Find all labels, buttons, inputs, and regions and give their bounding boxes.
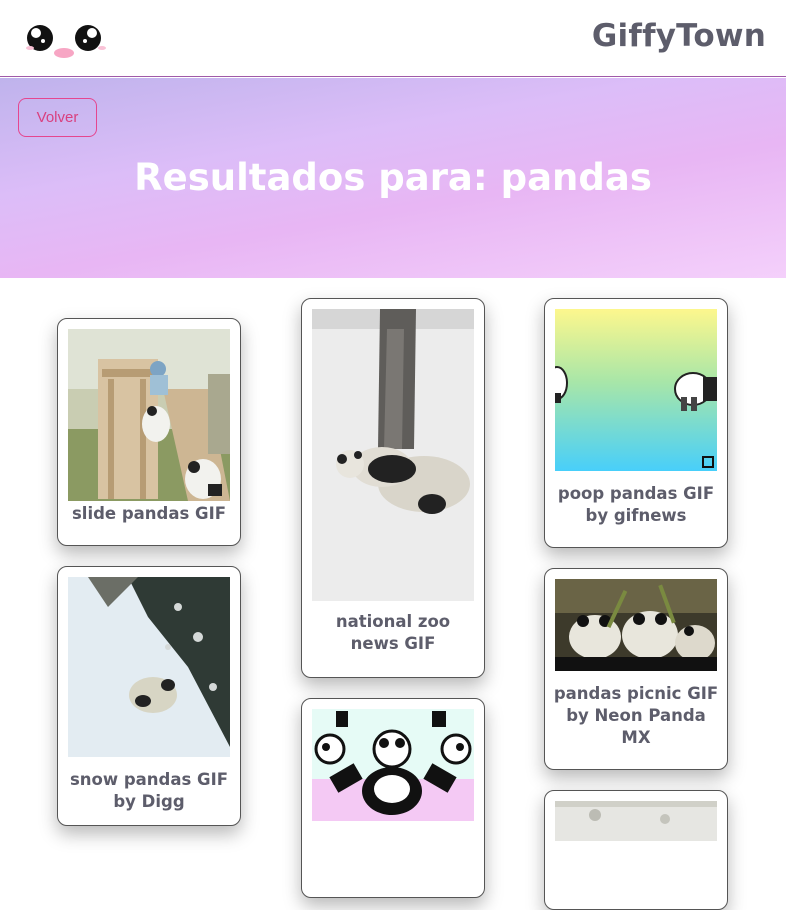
top-bar: GiffyTown — [0, 0, 786, 77]
gif-thumbnail — [312, 309, 474, 601]
kawaii-face-icon[interactable] — [26, 22, 106, 62]
brand-title[interactable]: GiffyTown — [592, 18, 766, 54]
gif-card[interactable]: pandas picnic GIF by Neon Panda MX — [544, 568, 728, 770]
gif-thumbnail — [555, 309, 717, 471]
gif-card[interactable] — [301, 698, 485, 898]
gif-card[interactable]: national zoo news GIF — [301, 298, 485, 678]
search-hero: Volver Resultados para: pandas — [0, 78, 786, 278]
gif-thumbnail — [555, 801, 717, 841]
gif-caption: national zoo news GIF — [335, 612, 451, 653]
gif-card[interactable]: slide pandas GIF — [57, 318, 241, 546]
gif-caption: snow pandas GIF by Digg — [69, 770, 229, 811]
gif-thumbnail — [68, 577, 230, 757]
gif-card[interactable]: snow pandas GIF by Digg — [57, 566, 241, 826]
back-button[interactable]: Volver — [18, 98, 97, 137]
gif-card[interactable] — [544, 790, 728, 910]
page-title: Resultados para: pandas — [134, 156, 652, 199]
gif-thumbnail — [312, 709, 474, 821]
gif-card[interactable]: poop pandas GIF by gifnews — [544, 298, 728, 548]
results-grid: slide pandas GIF snow pandas GIF by Digg — [0, 278, 786, 910]
gif-caption: pandas picnic GIF by Neon Panda MX — [553, 684, 719, 747]
gif-thumbnail — [555, 579, 717, 671]
gif-caption: slide pandas GIF — [71, 504, 227, 523]
gif-thumbnail — [68, 329, 230, 501]
gif-caption: poop pandas GIF by gifnews — [557, 484, 715, 525]
